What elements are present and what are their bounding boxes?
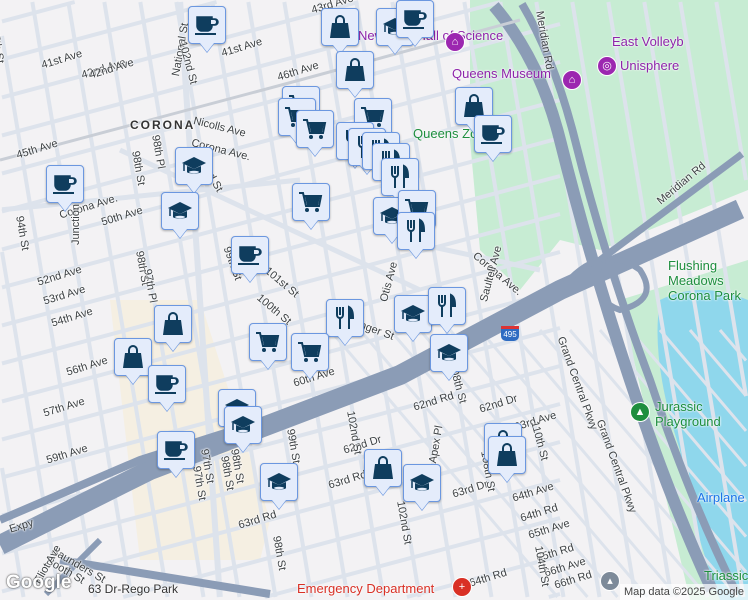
cart-marker[interactable] <box>296 110 334 148</box>
school-icon <box>167 198 193 224</box>
coffee-icon <box>163 437 189 463</box>
restaurant-marker[interactable] <box>397 212 435 250</box>
poi-jurassic-playground[interactable]: Jurassic Playground <box>655 399 735 429</box>
coffee-icon <box>402 6 428 32</box>
school-marker[interactable] <box>161 192 199 230</box>
cart-icon <box>298 189 324 215</box>
school-icon <box>181 153 207 179</box>
tree-icon[interactable]: ▲ <box>630 402 650 422</box>
school-marker[interactable] <box>224 406 262 444</box>
school-icon <box>230 412 256 438</box>
coffee-icon <box>194 12 220 38</box>
museum-icon[interactable]: ⌂ <box>562 70 582 90</box>
coffee-marker[interactable] <box>148 365 186 403</box>
shopping-marker[interactable] <box>336 51 374 89</box>
coffee-marker[interactable] <box>396 0 434 38</box>
coffee-marker[interactable] <box>231 236 269 274</box>
poi-airplane[interactable]: Airplane <box>697 490 745 505</box>
hospital-icon[interactable]: + <box>452 577 472 597</box>
shopping-icon <box>120 344 146 370</box>
map-attribution[interactable]: Map data ©2025 Google <box>619 584 748 600</box>
restaurant-marker[interactable] <box>428 287 466 325</box>
shopping-marker[interactable] <box>488 436 526 474</box>
cart-marker[interactable] <box>249 323 287 361</box>
coffee-marker[interactable] <box>157 431 195 469</box>
poi-rego-park-station[interactable]: 63 Dr-Rego Park <box>88 582 178 596</box>
museum-icon[interactable]: ⌂ <box>445 32 465 52</box>
cart-icon <box>297 339 323 365</box>
landmark-icon[interactable]: ◎ <box>597 56 617 76</box>
poi-east-volleyball[interactable]: East Volleyb <box>612 34 684 49</box>
shopping-marker[interactable] <box>364 449 402 487</box>
coffee-marker[interactable] <box>188 6 226 44</box>
coffee-icon <box>480 121 506 147</box>
shopping-marker[interactable] <box>114 338 152 376</box>
poi-unisphere[interactable]: Unisphere <box>620 58 679 73</box>
school-poi-icon[interactable]: ▴ <box>600 571 620 591</box>
school-marker[interactable] <box>403 464 441 502</box>
poi-emergency[interactable]: Emergency Department <box>297 581 434 596</box>
coffee-icon <box>237 242 263 268</box>
google-logo: Google <box>6 572 72 593</box>
interstate-shield: 495 <box>501 326 519 341</box>
neighborhood-label: CORONA <box>130 118 196 132</box>
shopping-marker[interactable] <box>321 8 359 46</box>
cart-icon <box>255 329 281 355</box>
shopping-icon <box>342 57 368 83</box>
school-icon <box>436 340 462 366</box>
school-marker[interactable] <box>260 463 298 501</box>
restaurant-icon <box>387 164 413 190</box>
coffee-icon <box>52 171 78 197</box>
coffee-marker[interactable] <box>46 165 84 203</box>
school-icon <box>400 301 426 327</box>
restaurant-icon <box>434 293 460 319</box>
restaurant-marker[interactable] <box>326 299 364 337</box>
poi-flushing-meadows[interactable]: Flushing Meadows Corona Park <box>668 258 748 303</box>
shopping-icon <box>494 442 520 468</box>
school-marker[interactable] <box>430 334 468 372</box>
coffee-marker[interactable] <box>474 115 512 153</box>
shopping-icon <box>370 455 396 481</box>
restaurant-icon <box>403 218 429 244</box>
cart-marker[interactable] <box>292 183 330 221</box>
shopping-icon <box>327 14 353 40</box>
cart-marker[interactable] <box>291 333 329 371</box>
school-icon <box>266 469 292 495</box>
coffee-icon <box>154 371 180 397</box>
poi-triassic[interactable]: Triassic <box>704 568 748 583</box>
shopping-icon <box>160 311 186 337</box>
school-marker[interactable] <box>394 295 432 333</box>
school-marker[interactable] <box>175 147 213 185</box>
school-icon <box>409 470 435 496</box>
poi-queens-museum[interactable]: Queens Museum <box>452 66 551 81</box>
shopping-marker[interactable] <box>154 305 192 343</box>
restaurant-icon <box>332 305 358 331</box>
cart-icon <box>302 116 328 142</box>
